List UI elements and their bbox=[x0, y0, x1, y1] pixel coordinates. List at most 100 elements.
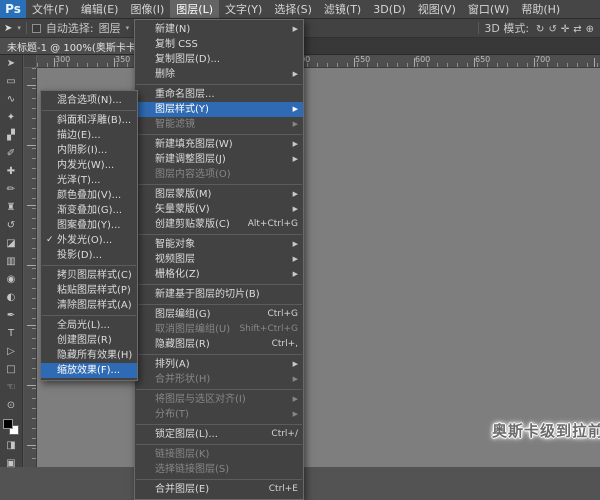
eraser-tool[interactable]: ◪ bbox=[0, 235, 22, 253]
menu-item[interactable]: 隐藏图层(R)Ctrl+, bbox=[135, 337, 303, 352]
menu-item[interactable]: 锁定图层(L)...Ctrl+/ bbox=[135, 427, 303, 442]
menu-item[interactable]: 颜色叠加(V)... bbox=[41, 188, 137, 203]
menu-item[interactable]: 隐藏所有效果(H) bbox=[41, 348, 137, 363]
vertical-ruler[interactable] bbox=[24, 68, 37, 467]
path-selection-tool[interactable]: ▷ bbox=[0, 343, 22, 361]
eyedropper-tool[interactable]: ✐ bbox=[0, 145, 22, 163]
menu-item[interactable]: 取消图层编组(U)Shift+Ctrl+G bbox=[135, 322, 303, 337]
screen-mode-icon[interactable]: ▣ bbox=[0, 455, 22, 473]
menu-item[interactable]: 链接图层(K) bbox=[135, 447, 303, 462]
dodge-tool[interactable]: ◐ bbox=[0, 289, 22, 307]
color-swatches[interactable] bbox=[3, 419, 19, 435]
roll-3d-icon[interactable]: ↺ bbox=[546, 24, 558, 35]
horizontal-ruler[interactable]: 300350400450500550600650700 bbox=[37, 55, 600, 68]
menu-item[interactable]: 图层蒙版(M)▶ bbox=[135, 187, 303, 202]
submenu-arrow-icon: ▶ bbox=[293, 102, 298, 117]
menu-item[interactable]: 清除图层样式(A) bbox=[41, 298, 137, 313]
quick-mask-icon[interactable]: ◨ bbox=[0, 437, 22, 455]
drag-3d-icon[interactable]: ✛ bbox=[559, 24, 571, 35]
menu-item[interactable]: 渐变叠加(G)... bbox=[41, 203, 137, 218]
pen-tool[interactable]: ✒ bbox=[0, 307, 22, 325]
menubar-item[interactable]: 窗口(W) bbox=[462, 0, 515, 18]
auto-select-checkbox[interactable] bbox=[32, 24, 41, 33]
menu-item[interactable]: 新建基于图层的切片(B) bbox=[135, 287, 303, 302]
menu-item[interactable]: 光泽(T)... bbox=[41, 173, 137, 188]
menubar-item[interactable]: 3D(D) bbox=[367, 0, 412, 18]
menubar-item[interactable]: 滤镜(T) bbox=[318, 0, 367, 18]
menu-item[interactable]: 内发光(W)... bbox=[41, 158, 137, 173]
ruler-corner[interactable] bbox=[24, 55, 37, 68]
menu-item[interactable]: 合并形状(H)▶ bbox=[135, 372, 303, 387]
hand-tool[interactable]: ☜ bbox=[0, 379, 22, 397]
menu-item-label: 光泽(T)... bbox=[57, 173, 133, 188]
rotate-3d-icon[interactable]: ↻ bbox=[534, 24, 546, 35]
menu-item[interactable]: 拷贝图层样式(C) bbox=[41, 268, 137, 283]
menu-item[interactable]: 智能滤镜▶ bbox=[135, 117, 303, 132]
menu-item[interactable]: 复制 CSS bbox=[135, 37, 303, 52]
clone-stamp-tool[interactable]: ♜ bbox=[0, 199, 22, 217]
menubar-item[interactable]: 视图(V) bbox=[412, 0, 462, 18]
menu-item[interactable]: 视频图层▶ bbox=[135, 252, 303, 267]
menu-item[interactable]: 内阴影(I)... bbox=[41, 143, 137, 158]
menubar-item[interactable]: 帮助(H) bbox=[515, 0, 566, 18]
menu-item-label: 将图层与选区对齐(I) bbox=[155, 392, 287, 407]
menu-item[interactable]: 图案叠加(Y)... bbox=[41, 218, 137, 233]
quick-selection-tool[interactable]: ✦ bbox=[0, 109, 22, 127]
menubar-item[interactable]: 选择(S) bbox=[268, 0, 318, 18]
menu-item[interactable]: 图层样式(Y)▶ bbox=[135, 102, 303, 117]
menu-item[interactable]: 图层编组(G)Ctrl+G bbox=[135, 307, 303, 322]
menu-item[interactable]: 投影(D)... bbox=[41, 248, 137, 263]
menu-item[interactable]: 合并图层(E)Ctrl+E bbox=[135, 482, 303, 497]
ruler-number: 550 bbox=[355, 55, 370, 64]
zoom-tool[interactable]: ⊙ bbox=[0, 397, 22, 415]
menu-item[interactable]: 粘贴图层样式(P) bbox=[41, 283, 137, 298]
menu-item[interactable]: 新建(N)▶ bbox=[135, 22, 303, 37]
foreground-color-swatch[interactable] bbox=[3, 419, 13, 429]
menu-item-shortcut: Ctrl+E bbox=[269, 482, 298, 497]
brush-tool[interactable]: ✏ bbox=[0, 181, 22, 199]
menu-item[interactable]: 斜面和浮雕(B)... bbox=[41, 113, 137, 128]
tool-preset-caret-icon[interactable]: ▾ bbox=[17, 24, 21, 32]
menu-item[interactable]: 排列(A)▶ bbox=[135, 357, 303, 372]
healing-brush-tool[interactable]: ✚ bbox=[0, 163, 22, 181]
move-tool-preset-icon[interactable]: ➤ bbox=[4, 23, 12, 34]
menubar-item[interactable]: 编辑(E) bbox=[75, 0, 125, 18]
menu-item[interactable]: 将图层与选区对齐(I)▶ bbox=[135, 392, 303, 407]
crop-tool[interactable]: ▞ bbox=[0, 127, 22, 145]
scale-3d-icon[interactable]: ⊕ bbox=[584, 24, 596, 35]
slide-3d-icon[interactable]: ⇄ bbox=[571, 24, 583, 35]
menu-item[interactable]: 复制图层(D)... bbox=[135, 52, 303, 67]
menu-item[interactable]: 矢量蒙版(V)▶ bbox=[135, 202, 303, 217]
menu-item[interactable]: 删除▶ bbox=[135, 67, 303, 82]
menu-item[interactable]: 智能对象▶ bbox=[135, 237, 303, 252]
auto-select-value[interactable]: 图层 bbox=[99, 20, 121, 36]
shape-tool[interactable]: □ bbox=[0, 361, 22, 379]
type-tool[interactable]: T bbox=[0, 325, 22, 343]
menu-item[interactable]: 栅格化(Z)▶ bbox=[135, 267, 303, 282]
menu-item[interactable]: 图层内容选项(O) bbox=[135, 167, 303, 182]
menu-item[interactable]: 缩放效果(F)... bbox=[41, 363, 137, 378]
auto-select-caret-icon[interactable]: ▾ bbox=[126, 24, 130, 32]
lasso-tool[interactable]: ∿ bbox=[0, 91, 22, 109]
history-brush-tool[interactable]: ↺ bbox=[0, 217, 22, 235]
menubar-item[interactable]: 文字(Y) bbox=[219, 0, 268, 18]
menu-item[interactable]: 分布(T)▶ bbox=[135, 407, 303, 422]
menu-item[interactable]: 混合选项(N)... bbox=[41, 93, 137, 108]
menu-item-label: 链接图层(K) bbox=[155, 447, 298, 462]
rectangular-marquee-tool[interactable]: ▭ bbox=[0, 73, 22, 91]
menubar-item[interactable]: 文件(F) bbox=[26, 0, 75, 18]
menu-item[interactable]: 创建图层(R) bbox=[41, 333, 137, 348]
gradient-tool[interactable]: ▥ bbox=[0, 253, 22, 271]
menubar-item[interactable]: 图层(L) bbox=[170, 0, 219, 18]
menu-item[interactable]: 描边(E)... bbox=[41, 128, 137, 143]
move-tool[interactable]: ➤ bbox=[0, 55, 22, 73]
menu-item[interactable]: 创建剪贴蒙版(C)Alt+Ctrl+G bbox=[135, 217, 303, 232]
blur-tool[interactable]: ◉ bbox=[0, 271, 22, 289]
menu-item[interactable]: ✓外发光(O)... bbox=[41, 233, 137, 248]
menu-item[interactable]: 新建填充图层(W)▶ bbox=[135, 137, 303, 152]
menu-item[interactable]: 重命名图层... bbox=[135, 87, 303, 102]
menu-item[interactable]: 新建调整图层(J)▶ bbox=[135, 152, 303, 167]
menubar-item[interactable]: 图像(I) bbox=[124, 0, 170, 18]
menu-item[interactable]: 选择链接图层(S) bbox=[135, 462, 303, 477]
menu-item[interactable]: 全局光(L)... bbox=[41, 318, 137, 333]
